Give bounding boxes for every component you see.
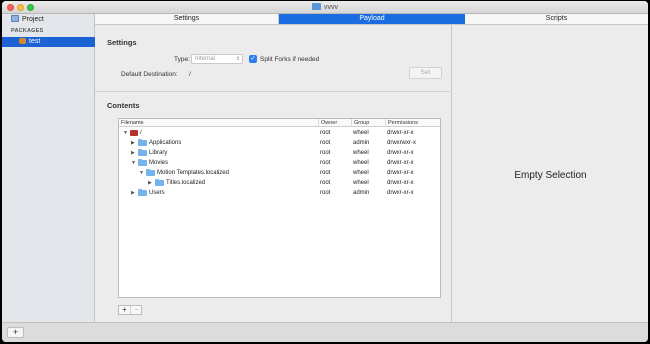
table-row[interactable]: ▶ Library root wheel drwxr-xr-x bbox=[119, 148, 440, 158]
filename-cell: Motion Templates.localized bbox=[157, 170, 229, 176]
folder-icon bbox=[138, 188, 147, 196]
disclosure-collapsed-icon[interactable]: ▶ bbox=[148, 178, 152, 188]
split-forks-checkbox[interactable]: ✓ bbox=[249, 55, 257, 63]
default-destination-value: / bbox=[189, 71, 191, 78]
disclosure-expanded-icon[interactable]: ▼ bbox=[131, 158, 136, 168]
table-row[interactable]: ▼ Movies root wheel drwxr-xr-x bbox=[119, 158, 440, 168]
folder-icon bbox=[138, 138, 147, 146]
column-header-filename[interactable]: Filename bbox=[119, 119, 318, 127]
document-icon bbox=[312, 3, 321, 10]
settings-section-title: Settings bbox=[107, 38, 137, 47]
disclosure-expanded-icon[interactable]: ▼ bbox=[123, 128, 128, 138]
default-destination-label: Default Destination: bbox=[121, 71, 178, 78]
inspector-panel: Empty Selection bbox=[453, 25, 648, 322]
disclosure-collapsed-icon[interactable]: ▶ bbox=[131, 138, 135, 148]
column-header-permissions[interactable]: Permissions bbox=[385, 119, 440, 127]
folder-icon bbox=[138, 158, 147, 166]
sidebar-item-label: test bbox=[29, 38, 41, 45]
owner-cell: root bbox=[320, 180, 331, 186]
packages-header: PACKAGES bbox=[11, 28, 44, 34]
add-remove-control: + − bbox=[118, 305, 142, 315]
contents-section-title: Contents bbox=[107, 101, 140, 110]
project-icon bbox=[11, 15, 19, 22]
owner-cell: root bbox=[320, 160, 331, 166]
folder-icon bbox=[138, 148, 147, 156]
table-row[interactable]: ▶ Users root admin drwxr-xr-x bbox=[119, 188, 440, 198]
tab-scripts[interactable]: Scripts bbox=[465, 14, 648, 24]
window-title: vvvv bbox=[324, 4, 338, 11]
split-forks-label: Split Forks if needed bbox=[260, 56, 320, 63]
tab-payload[interactable]: Payload bbox=[279, 14, 465, 24]
permissions-cell: drwxr-xr-x bbox=[387, 190, 414, 196]
column-header-group[interactable]: Group bbox=[351, 119, 385, 127]
bottom-bar: + bbox=[2, 322, 648, 342]
sidebar-project-label: Project bbox=[22, 16, 44, 23]
title-bar: vvvv bbox=[2, 1, 648, 14]
sidebar-item-project[interactable]: Project bbox=[2, 14, 95, 25]
filename-cell: / bbox=[140, 130, 142, 136]
permissions-cell: drwxrwxr-x bbox=[387, 140, 416, 146]
contents-table: Filename Owner Group Permissions ▼ / roo… bbox=[118, 118, 441, 298]
app-window: vvvv Project PACKAGES test Settings Payl… bbox=[2, 1, 648, 342]
type-label: Type: bbox=[174, 56, 190, 63]
window-title-area: vvvv bbox=[2, 3, 648, 11]
permissions-cell: drwxr-xr-x bbox=[387, 180, 414, 186]
owner-cell: root bbox=[320, 140, 331, 146]
group-cell: wheel bbox=[353, 180, 369, 186]
add-file-button[interactable]: + bbox=[119, 306, 131, 314]
group-cell: wheel bbox=[353, 130, 369, 136]
filename-cell: Movies bbox=[149, 160, 169, 166]
section-divider bbox=[95, 91, 452, 92]
disclosure-expanded-icon[interactable]: ▼ bbox=[139, 168, 144, 178]
folder-icon bbox=[146, 168, 155, 176]
group-cell: wheel bbox=[353, 160, 369, 166]
column-header-owner[interactable]: Owner bbox=[318, 119, 351, 127]
group-cell: admin bbox=[353, 140, 370, 146]
group-cell: wheel bbox=[353, 150, 369, 156]
package-icon bbox=[19, 38, 26, 44]
folder-icon bbox=[155, 178, 164, 186]
disclosure-collapsed-icon[interactable]: ▶ bbox=[131, 148, 135, 158]
group-cell: admin bbox=[353, 190, 370, 196]
updown-arrows-icon: ⇕ bbox=[235, 56, 240, 62]
table-row[interactable]: ▶ Applications root admin drwxrwxr-x bbox=[119, 138, 440, 148]
table-row[interactable]: ▼ Motion Templates.localized root wheel … bbox=[119, 168, 440, 178]
owner-cell: root bbox=[320, 130, 331, 136]
permissions-cell: drwxr-xr-x bbox=[387, 130, 414, 136]
sidebar-item-test-package[interactable]: test bbox=[2, 37, 95, 47]
empty-selection-label: Empty Selection bbox=[514, 170, 587, 181]
hard-drive-icon bbox=[130, 130, 138, 136]
permissions-cell: drwxr-xr-x bbox=[387, 160, 414, 166]
type-select-value: Internal bbox=[195, 56, 216, 62]
type-select[interactable]: Internal ⇕ bbox=[191, 54, 243, 64]
permissions-cell: drwxr-xr-x bbox=[387, 150, 414, 156]
remove-file-button[interactable]: − bbox=[131, 306, 142, 314]
sidebar: Project PACKAGES test bbox=[2, 14, 95, 322]
filename-cell: Applications bbox=[149, 140, 182, 146]
payload-panel: Settings Type: Internal ⇕ ✓ Split Forks … bbox=[95, 25, 452, 322]
filename-cell: Users bbox=[149, 190, 165, 196]
owner-cell: root bbox=[320, 150, 331, 156]
permissions-cell: drwxr-xr-x bbox=[387, 170, 414, 176]
set-destination-button[interactable]: Set bbox=[409, 67, 442, 79]
add-package-button[interactable]: + bbox=[7, 327, 24, 338]
disclosure-collapsed-icon[interactable]: ▶ bbox=[131, 188, 135, 198]
table-row[interactable]: ▶ Titles.localized root wheel drwxr-xr-x bbox=[119, 178, 440, 188]
table-header: Filename Owner Group Permissions bbox=[119, 119, 440, 127]
owner-cell: root bbox=[320, 190, 331, 196]
tab-settings[interactable]: Settings bbox=[95, 14, 279, 24]
tab-bar: Settings Payload Scripts bbox=[95, 14, 648, 25]
filename-cell: Titles.localized bbox=[166, 180, 206, 186]
checkmark-icon: ✓ bbox=[250, 56, 256, 62]
owner-cell: root bbox=[320, 170, 331, 176]
group-cell: wheel bbox=[353, 170, 369, 176]
table-row[interactable]: ▼ / root wheel drwxr-xr-x bbox=[119, 128, 440, 138]
filename-cell: Library bbox=[149, 150, 168, 156]
